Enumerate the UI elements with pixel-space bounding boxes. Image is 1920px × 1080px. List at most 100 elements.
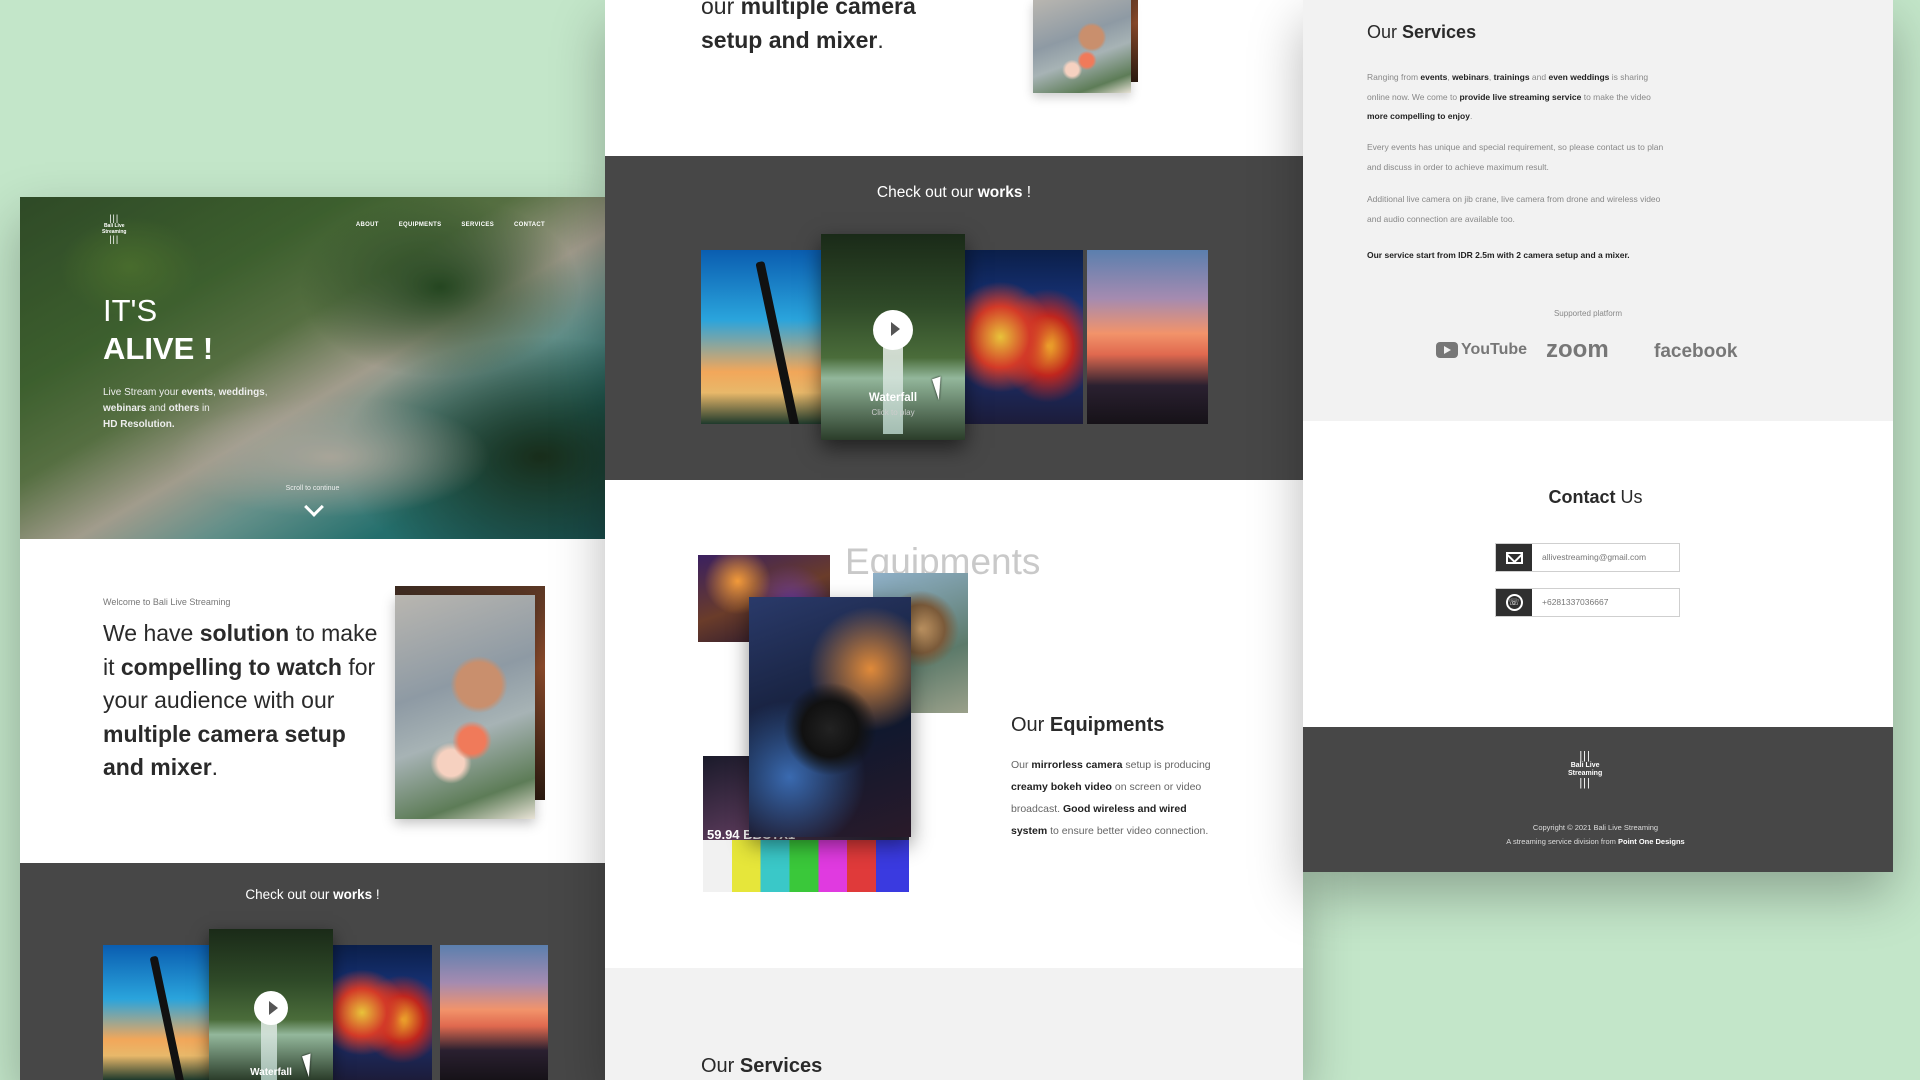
heading-text: Us	[1615, 487, 1643, 507]
services-paragraph-1: Ranging from events, webinars, trainings…	[1367, 68, 1667, 127]
email-icon-box	[1496, 544, 1532, 571]
palm-silhouette	[149, 955, 185, 1080]
work-thumb-waterfall[interactable]: Waterfall Click to play	[821, 234, 965, 440]
works-title-text: Check out our	[245, 887, 334, 902]
services-contact-preview-panel: Our Services Ranging from events, webina…	[1303, 0, 1893, 872]
nav-equipments[interactable]: EQUIPMENTS	[399, 222, 442, 228]
svc-bold: webinars	[1452, 72, 1489, 82]
work-thumb-dancers[interactable]	[965, 250, 1083, 424]
hero-subtitle: Live Stream your events, weddings, webin…	[103, 385, 273, 433]
division-link[interactable]: Point One Designs	[1618, 837, 1685, 846]
equipments-heading: Our Equipments	[1011, 714, 1164, 737]
logo-mark: |||	[109, 213, 120, 223]
services-section-top: Our Services	[605, 968, 1303, 1080]
phone-field[interactable]: ☏ +6281337036667	[1495, 588, 1680, 617]
works-title-text: Check out our	[876, 184, 978, 201]
youtube-label: YouTube	[1461, 341, 1528, 358]
welcome-caption: Welcome to Bali Live Streaming	[103, 597, 231, 607]
hero-title: IT'S ALIVE !	[103, 292, 213, 368]
nav-services[interactable]: SERVICES	[461, 222, 494, 228]
hero-sub-bold: others	[168, 403, 200, 414]
hero-sub-bold: HD Resolution.	[103, 419, 175, 430]
works-title-text: !	[1022, 184, 1032, 201]
footer-copyright: Copyright © 2021 Bali Live Streaming A s…	[1303, 821, 1888, 849]
svc-text: .	[1469, 111, 1473, 121]
eq-bold: mirrorless camera	[1031, 759, 1123, 771]
svc-bold: more compelling to enjoy	[1367, 111, 1470, 121]
whatsapp-icon-box: ☏	[1496, 589, 1532, 616]
heading-text: Our	[701, 1055, 740, 1077]
works-title-bold: works	[977, 184, 1023, 201]
logo-text-line1: Bali Live	[1570, 762, 1600, 769]
whatsapp-icon: ☏	[1505, 594, 1523, 611]
work-thumb-sunset[interactable]	[440, 945, 548, 1080]
hero-sub-bold: events	[181, 387, 214, 398]
heading-bold: Equipments	[1049, 714, 1165, 736]
svc-text: and	[1529, 72, 1549, 82]
statement-text: We have	[103, 620, 200, 646]
nav-contact[interactable]: CONTACT	[514, 222, 545, 228]
intro-statement: We have solution to make it compelling t…	[103, 617, 383, 785]
statement-bold: solution	[199, 620, 290, 646]
work-thumb-beach[interactable]	[103, 945, 211, 1080]
services-heading: Our Services	[701, 1055, 822, 1078]
eq-text: setup is producing	[1122, 759, 1211, 771]
hero-sub-text: Live Stream your	[103, 387, 182, 398]
intro-section: Welcome to Bali Live Streaming We have s…	[20, 539, 605, 863]
scroll-hint: Scroll to continue	[285, 485, 340, 492]
equipments-preview-panel: our multiple camera setup and mixer. Chec…	[605, 0, 1303, 1080]
copyright-text: Copyright © 2021 Bali Live Streaming	[1532, 823, 1659, 832]
statement-text: .	[211, 754, 219, 780]
homepage-preview-panel: ||| Bali Live Streaming ||| ABOUT EQUIPM…	[20, 197, 605, 1080]
phone-value: +6281337036667	[1542, 597, 1609, 607]
works-section: Check out our works ! Waterfall	[20, 863, 605, 1080]
heading-bold: Services	[1402, 22, 1477, 42]
equipment-photo-camera	[749, 597, 911, 837]
palm-silhouette	[755, 260, 800, 424]
play-icon[interactable]	[254, 991, 288, 1025]
hero-sub-bold: webinars	[103, 403, 147, 414]
services-paragraph-3: Additional live camera on jib crane, liv…	[1367, 194, 1661, 224]
svc-bold: events	[1420, 72, 1448, 82]
brand-logo[interactable]: ||| Bali Live Streaming |||	[102, 214, 126, 244]
services-price: Our service start from IDR 2.5m with 2 c…	[1367, 250, 1630, 260]
heading-text: Our	[1367, 22, 1403, 42]
email-field[interactable]: allivestreaming@gmail.com	[1495, 543, 1680, 572]
hero-sub-text: ,	[264, 387, 268, 398]
statement-text: .	[877, 26, 884, 53]
logo-mark-bottom: |||	[1579, 777, 1591, 789]
work-thumb-dancers[interactable]	[332, 945, 432, 1080]
statement-bold: compelling to watch	[120, 653, 342, 680]
eq-text: to ensure better video connection.	[1047, 825, 1209, 837]
mail-icon	[1505, 551, 1523, 564]
svc-bold: even weddings	[1548, 72, 1610, 82]
svc-text: Ranging from	[1367, 72, 1421, 82]
contact-heading: Contact Us	[1303, 487, 1888, 508]
works-title: Check out our works !	[20, 887, 605, 902]
nav-about[interactable]: ABOUT	[356, 222, 379, 228]
logo-mark: |||	[1579, 750, 1591, 762]
works-section: Check out our works ! Waterfall Click to…	[605, 156, 1303, 480]
wedding-rings-photo	[395, 595, 535, 819]
platform-zoom: zoom	[1546, 336, 1609, 363]
svc-bold: provide live streaming service	[1459, 91, 1582, 102]
eq-bold: creamy bokeh video	[1011, 781, 1112, 793]
platform-caption: Supported platform	[1553, 309, 1623, 318]
hero-title-line2: ALIVE !	[103, 331, 214, 366]
works-title-bold: works	[333, 887, 373, 902]
heading-bold: Services	[739, 1055, 823, 1077]
work-thumb-beach[interactable]	[701, 250, 823, 424]
work-featured-subtitle: Click to play	[871, 408, 915, 417]
work-thumb-sunset[interactable]	[1087, 250, 1208, 424]
heading-bold: Contact	[1548, 487, 1616, 507]
statement-bold: multiple camera setup and mixer	[103, 720, 346, 781]
equipments-description: Our mirrorless camera setup is producing…	[1011, 754, 1216, 842]
footer-logo[interactable]: ||| Bali Live Streaming |||	[1568, 751, 1602, 789]
footer-division: A streaming service division from Point …	[1303, 835, 1888, 849]
services-heading: Our Services	[1367, 22, 1476, 43]
email-value: allivestreaming@gmail.com	[1542, 552, 1647, 562]
wedding-rings-photo	[1033, 0, 1131, 93]
main-nav: ABOUT EQUIPMENTS SERVICES CONTACT	[356, 222, 545, 228]
play-icon[interactable]	[873, 310, 913, 350]
intro-statement-tail: our multiple camera setup and mixer.	[701, 0, 981, 57]
